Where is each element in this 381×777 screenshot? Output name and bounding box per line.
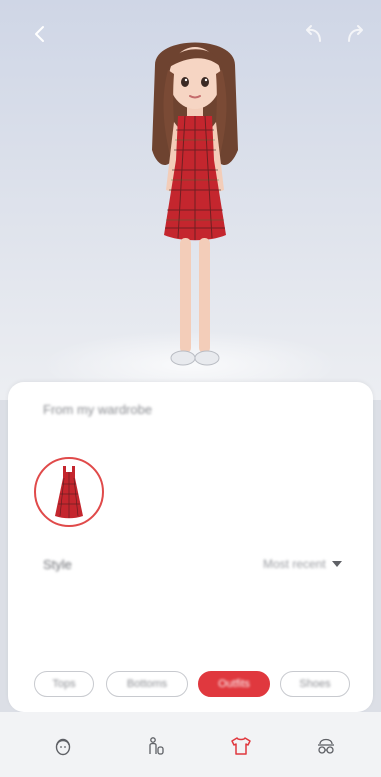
nav-clothing[interactable] (229, 734, 253, 758)
customize-panel: From my wardrobe Style Most recent Tops (8, 382, 373, 712)
face-icon (55, 738, 71, 756)
style-dropdown[interactable]: Most recent (263, 554, 342, 574)
tab-label: Bottoms (126, 678, 168, 690)
tab-label: Outfits (218, 678, 250, 690)
tab-shoes[interactable]: Shoes (280, 671, 350, 697)
style-dropdown-value: Most recent (263, 557, 326, 571)
nav-body[interactable] (144, 734, 168, 758)
chevron-down-icon (331, 561, 342, 567)
wardrobe-section-title: From my wardrobe (43, 402, 153, 417)
body-icon (149, 737, 164, 755)
redo-button[interactable] (341, 20, 369, 48)
style-label: Style (43, 557, 72, 572)
chevron-left-icon (35, 26, 44, 42)
dress-icon (55, 466, 83, 519)
bottom-nav (0, 712, 381, 777)
tab-bottoms[interactable]: Bottoms (106, 671, 188, 697)
back-button[interactable] (26, 20, 54, 48)
avatar-figure[interactable] (130, 30, 260, 375)
undo-button[interactable] (300, 20, 328, 48)
redo-icon (348, 25, 363, 42)
tab-tops[interactable]: Tops (34, 671, 94, 697)
glasses-icon (318, 738, 334, 754)
nav-accessories[interactable] (314, 734, 338, 758)
nav-face[interactable] (51, 734, 75, 758)
wardrobe-item-red-dress[interactable] (34, 457, 104, 527)
avatar-stage (0, 0, 381, 400)
avatar-editor-screen: From my wardrobe Style Most recent Tops (0, 0, 381, 777)
undo-icon (306, 25, 321, 42)
tshirt-icon (231, 737, 251, 755)
tab-label: Shoes (299, 678, 331, 690)
category-tabs: Tops Bottoms Outfits Shoes (34, 671, 354, 699)
tab-label: Tops (52, 678, 76, 690)
tab-outfits[interactable]: Outfits (198, 671, 270, 697)
